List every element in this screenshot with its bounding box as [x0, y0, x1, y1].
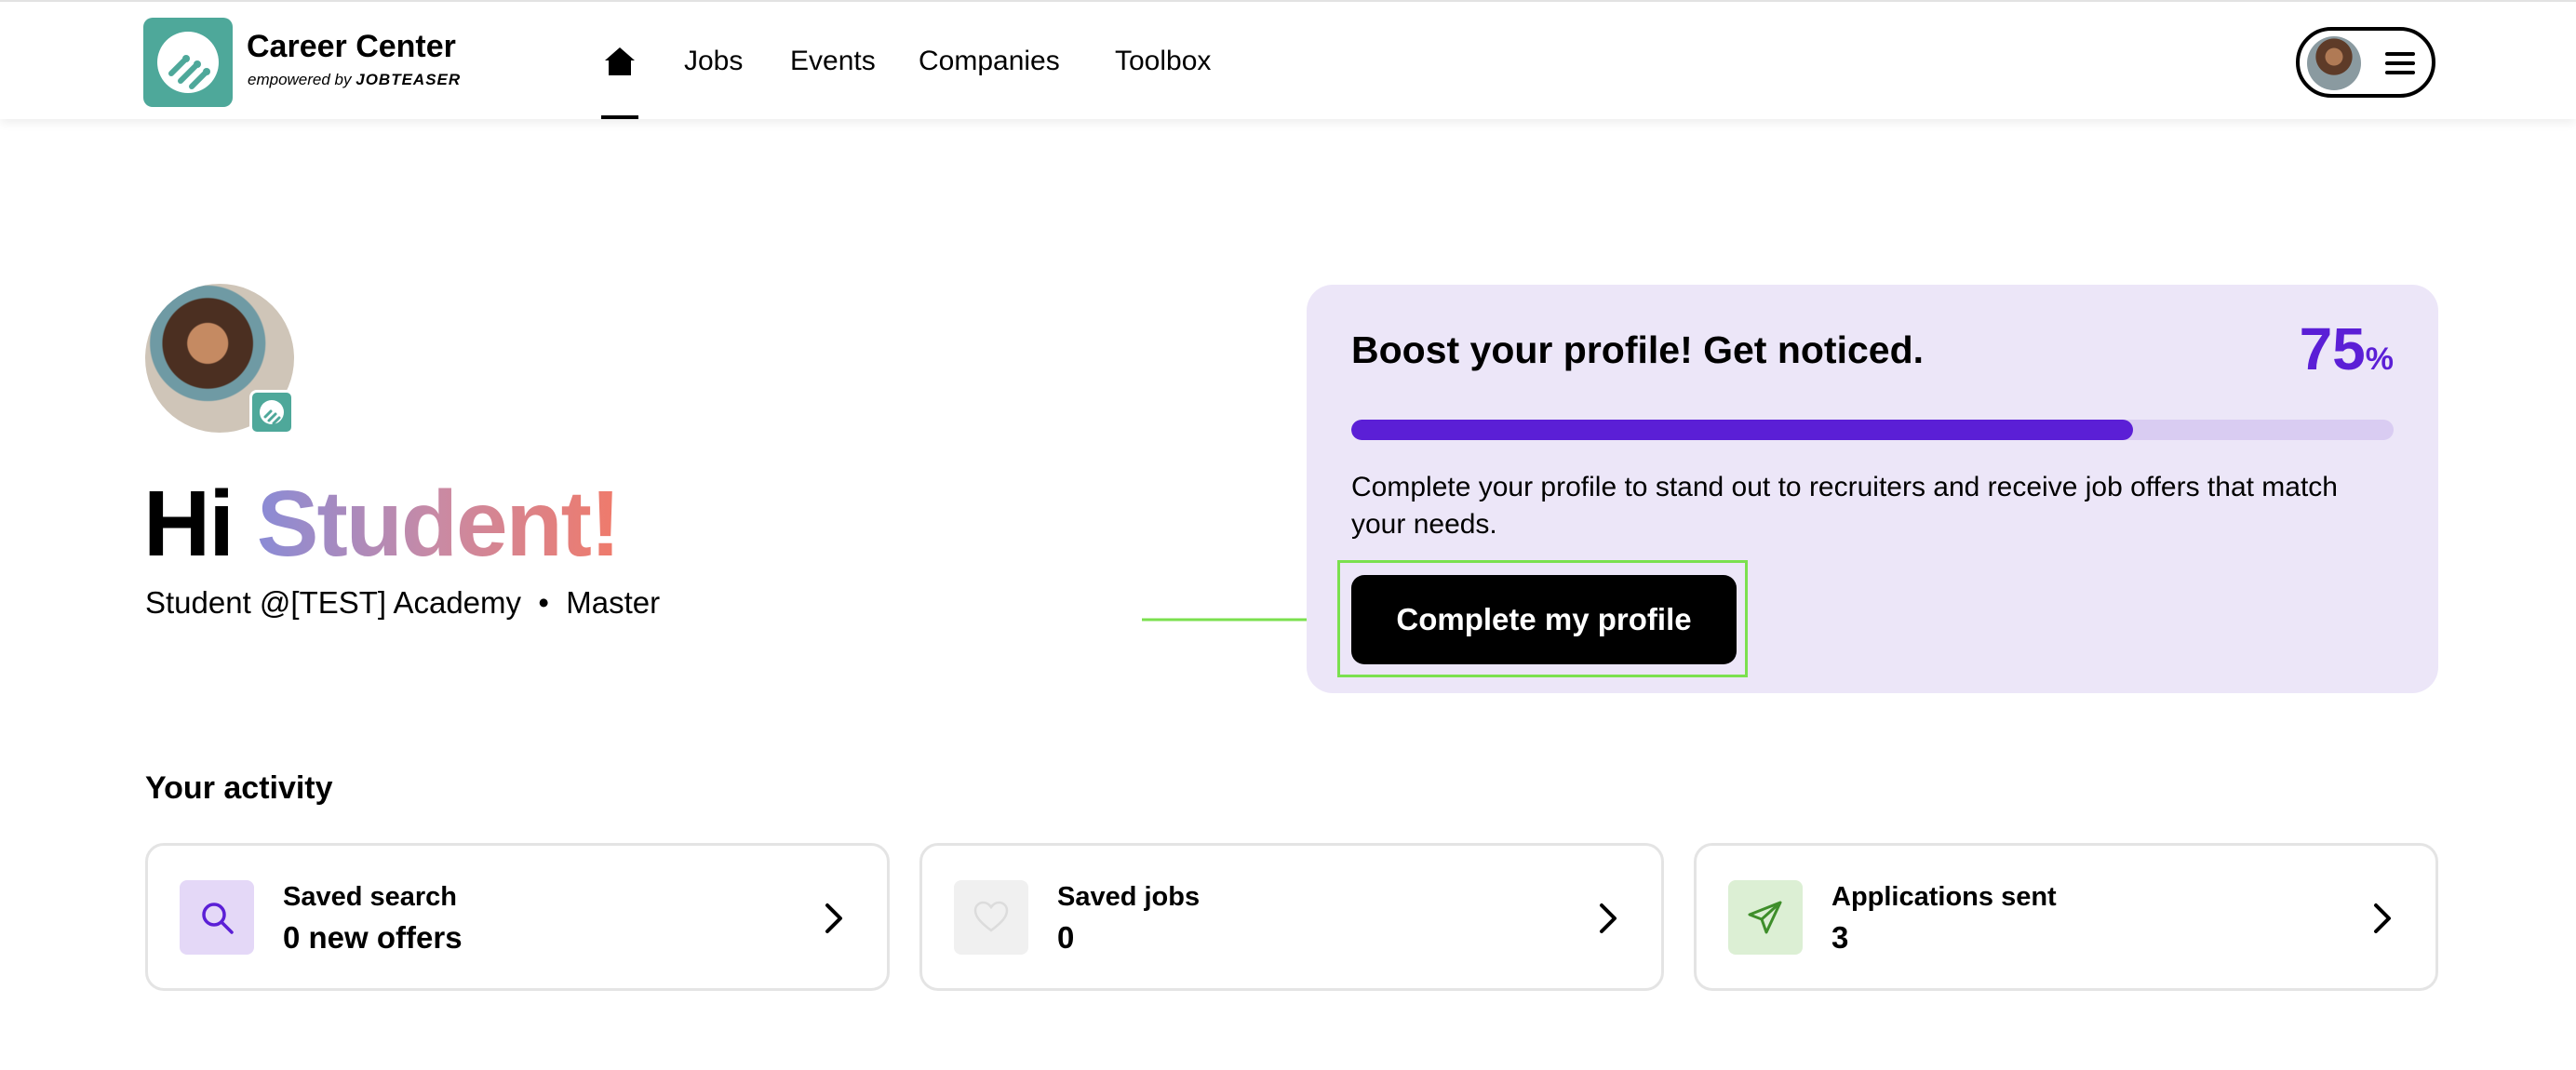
profile-completion-percent: 75%	[2300, 316, 2394, 392]
hamburger-menu-icon	[2385, 52, 2415, 74]
nav-jobs[interactable]: Jobs	[684, 43, 743, 80]
complete-profile-button[interactable]: Complete my profile	[1351, 575, 1737, 664]
send-icon	[1748, 901, 1782, 934]
applications-sent-label: Applications sent	[1831, 882, 2057, 912]
search-icon	[202, 903, 234, 934]
saved-jobs-label: Saved jobs	[1057, 882, 1201, 912]
applications-sent-value: 3	[1831, 920, 1849, 955]
saved-search-card[interactable]: Saved search 0 new offers	[145, 843, 890, 991]
saved-jobs-value: 0	[1057, 920, 1075, 955]
school-badge-icon	[249, 390, 294, 435]
active-tab-indicator	[601, 115, 638, 119]
percent-value: 75	[2299, 315, 2366, 382]
activity-title: Your activity	[145, 770, 333, 806]
boost-title: Boost your profile! Get noticed.	[1351, 328, 1925, 371]
greeting-heading: Hi Student!	[143, 472, 621, 576]
top-header: Career Center empowered by JOBTEASER Job…	[0, 0, 2576, 119]
chevron-right-icon	[2374, 903, 2391, 933]
chevron-right-icon	[825, 903, 842, 933]
percent-sign: %	[2365, 341, 2394, 377]
brand-sub-name: JOBTEASER	[356, 71, 462, 88]
boost-profile-card: Boost your profile! Get noticed. 75% Com…	[1307, 285, 2438, 693]
applications-sent-card[interactable]: Applications sent 3	[1694, 843, 2438, 991]
saved-search-value: 0 new offers	[283, 920, 463, 955]
profile-progress-bar	[1351, 420, 2394, 440]
logo-mark-icon	[157, 32, 219, 93]
heart-icon	[973, 901, 1009, 932]
user-menu-button[interactable]	[2296, 27, 2435, 98]
avatar	[2307, 36, 2361, 90]
greeting-name: Student!	[256, 472, 621, 576]
saved-search-label: Saved search	[283, 882, 458, 912]
greeting-word: Hi	[143, 472, 235, 576]
brand-subtitle: empowered by JOBTEASER	[248, 70, 461, 90]
profile-progress-fill	[1351, 420, 2133, 440]
home-icon[interactable]	[603, 45, 637, 78]
chevron-right-icon	[1600, 903, 1617, 933]
saved-jobs-card[interactable]: Saved jobs 0	[919, 843, 1664, 991]
career-center-logo[interactable]	[143, 18, 233, 107]
boost-description: Complete your profile to stand out to re…	[1351, 472, 2338, 540]
student-details: Student @[TEST] Academy • Master	[145, 585, 661, 620]
act-icon-bg-0	[180, 880, 254, 955]
nav-toolbox[interactable]: Toolbox	[1115, 43, 1211, 80]
nav-events[interactable]: Events	[790, 43, 876, 80]
brand-sub-prefix: empowered by	[248, 71, 352, 88]
act-icon-bg-2	[1728, 880, 1803, 955]
act-icon-bg-1	[954, 880, 1028, 955]
brand-title: Career Center	[247, 29, 456, 64]
nav-companies[interactable]: Companies	[919, 43, 1060, 80]
